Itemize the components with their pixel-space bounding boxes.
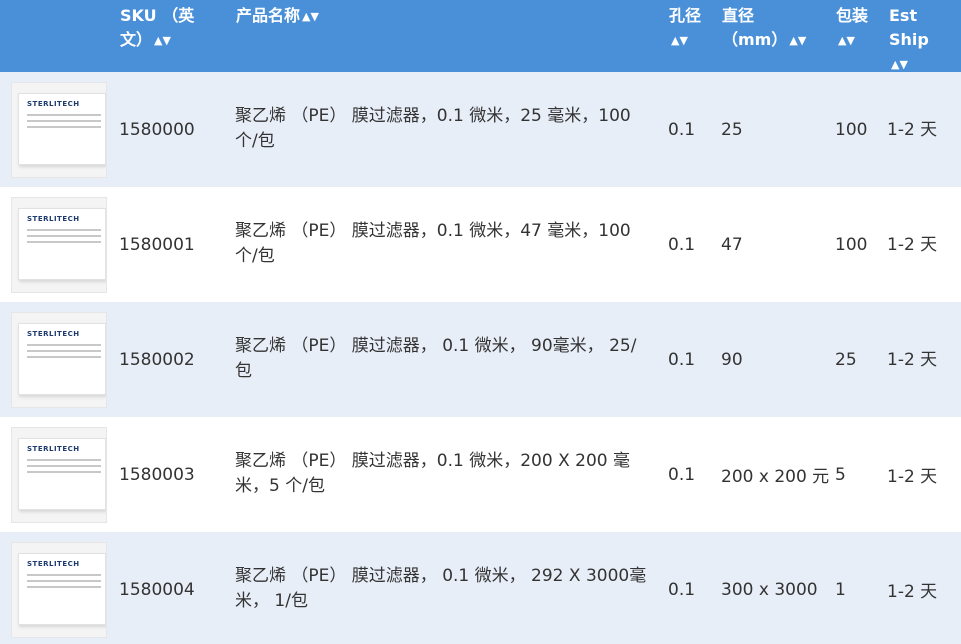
sku-cell: 1580000 — [119, 120, 195, 140]
table-row: STERLITECH 1580003 聚乙烯 （PE） 膜过滤器，0.1 微米，… — [0, 417, 961, 532]
label-line — [27, 471, 101, 473]
product-box-image: STERLITECH — [18, 438, 106, 510]
pack-header-label: 包装 — [836, 6, 869, 25]
product-name-link[interactable]: 聚乙烯 （PE） 膜过滤器，0.1 微米，200 X 200 毫米，5 个/包 — [235, 449, 645, 499]
product-thumbnail[interactable]: STERLITECH — [11, 197, 107, 293]
pore-cell: 0.1 — [668, 120, 696, 140]
diameter-cell: 90 — [721, 350, 743, 370]
diameter-cell: 25 — [721, 120, 743, 140]
label-line — [27, 580, 101, 582]
label-line — [27, 356, 101, 358]
pack-cell: 25 — [835, 350, 857, 370]
product-name-link[interactable]: 聚乙烯 （PE） 膜过滤器，0.1 微米，47 毫米，100 个/包 — [235, 219, 645, 269]
table-header: SKU （英文） ▲▼ 产品名称 ▲▼ 孔径▲▼ 直径 （mm） ▲▼ 包装▲▼ Es… — [0, 0, 961, 72]
product-box-image: STERLITECH — [18, 208, 106, 280]
sku-cell: 1580004 — [119, 580, 195, 600]
pore-column-header[interactable]: 孔径 ▲▼ — [669, 4, 705, 53]
ship-cell: 1-2 天 — [887, 582, 938, 602]
label-line — [27, 126, 101, 128]
product-box-image: STERLITECH — [18, 323, 106, 395]
brand-logo: STERLITECH — [27, 100, 80, 108]
product-name-link[interactable]: 聚乙烯 （PE） 膜过滤器，0.1 微米，25 毫米，100 个/包 — [235, 104, 645, 154]
ship-cell: 1-2 天 — [887, 350, 938, 370]
label-line — [27, 459, 101, 461]
pack-cell: 100 — [835, 235, 868, 255]
label-line — [27, 344, 101, 346]
label-line — [27, 229, 101, 231]
sku-cell: 1580003 — [119, 465, 195, 485]
sort-arrows-icon: ▲▼ — [154, 33, 171, 47]
label-line — [27, 241, 101, 243]
label-line — [27, 120, 101, 122]
name-header-label: 产品名称 — [236, 6, 301, 25]
product-thumbnail[interactable]: STERLITECH — [11, 542, 107, 638]
ship-cell: 1-2 天 — [887, 120, 938, 140]
diameter-cell: 47 — [721, 235, 743, 255]
label-line — [27, 465, 101, 467]
brand-logo: STERLITECH — [27, 215, 80, 223]
product-box-image: STERLITECH — [18, 553, 106, 625]
table-row: STERLITECH 1580000 聚乙烯 （PE） 膜过滤器，0.1 微米，… — [0, 72, 961, 187]
sort-arrows-icon: ▲▼ — [838, 33, 855, 47]
ship-cell: 1-2 天 — [887, 467, 938, 487]
diameter-cell: 300 x 3000 — [721, 580, 818, 600]
diameter-column-header[interactable]: 直径 （mm） ▲▼ — [722, 4, 808, 53]
label-line — [27, 114, 101, 116]
name-column-header[interactable]: 产品名称 ▲▼ — [236, 4, 356, 29]
table-row: STERLITECH 1580001 聚乙烯 （PE） 膜过滤器，0.1 微米，… — [0, 187, 961, 302]
product-thumbnail[interactable]: STERLITECH — [11, 82, 107, 178]
pore-cell: 0.1 — [668, 465, 696, 485]
ship-header-label: Est Ship — [889, 6, 929, 49]
brand-logo: STERLITECH — [27, 330, 80, 338]
label-line — [27, 574, 101, 576]
pack-cell: 1 — [835, 580, 846, 600]
brand-logo: STERLITECH — [27, 445, 80, 453]
product-thumbnail[interactable]: STERLITECH — [11, 312, 107, 408]
label-line — [27, 586, 101, 588]
ship-column-header[interactable]: Est Ship▲▼ — [889, 4, 945, 77]
pore-cell: 0.1 — [668, 235, 696, 255]
diameter-header-label: 直径 （mm） — [722, 6, 788, 49]
pack-cell: 5 — [835, 465, 846, 485]
pore-header-label: 孔径 — [669, 6, 702, 25]
sku-cell: 1580002 — [119, 350, 195, 370]
sku-column-header[interactable]: SKU （英文） ▲▼ — [120, 4, 210, 53]
label-line — [27, 235, 101, 237]
table-row: STERLITECH 1580004 聚乙烯 （PE） 膜过滤器， 0.1 微米… — [0, 532, 961, 644]
product-name-link[interactable]: 聚乙烯 （PE） 膜过滤器， 0.1 微米， 292 X 3000毫米， 1/包 — [235, 564, 655, 614]
product-table: SKU （英文） ▲▼ 产品名称 ▲▼ 孔径▲▼ 直径 （mm） ▲▼ 包装▲▼ Es… — [0, 0, 961, 644]
sort-arrows-icon: ▲▼ — [302, 9, 319, 23]
ship-cell: 1-2 天 — [887, 235, 938, 255]
table-row: STERLITECH 1580002 聚乙烯 （PE） 膜过滤器， 0.1 微米… — [0, 302, 961, 417]
sort-arrows-icon: ▲▼ — [671, 33, 688, 47]
pore-cell: 0.1 — [668, 580, 696, 600]
product-thumbnail[interactable]: STERLITECH — [11, 427, 107, 523]
sku-cell: 1580001 — [119, 235, 195, 255]
product-name-link[interactable]: 聚乙烯 （PE） 膜过滤器， 0.1 微米， 90毫米， 25/包 — [235, 334, 645, 384]
pack-cell: 100 — [835, 120, 868, 140]
diameter-cell: 200 x 200 元 — [721, 467, 830, 487]
brand-logo: STERLITECH — [27, 560, 80, 568]
pack-column-header[interactable]: 包装 ▲▼ — [836, 4, 872, 53]
label-line — [27, 350, 101, 352]
pore-cell: 0.1 — [668, 350, 696, 370]
product-box-image: STERLITECH — [18, 93, 106, 165]
sort-arrows-icon: ▲▼ — [789, 33, 807, 47]
